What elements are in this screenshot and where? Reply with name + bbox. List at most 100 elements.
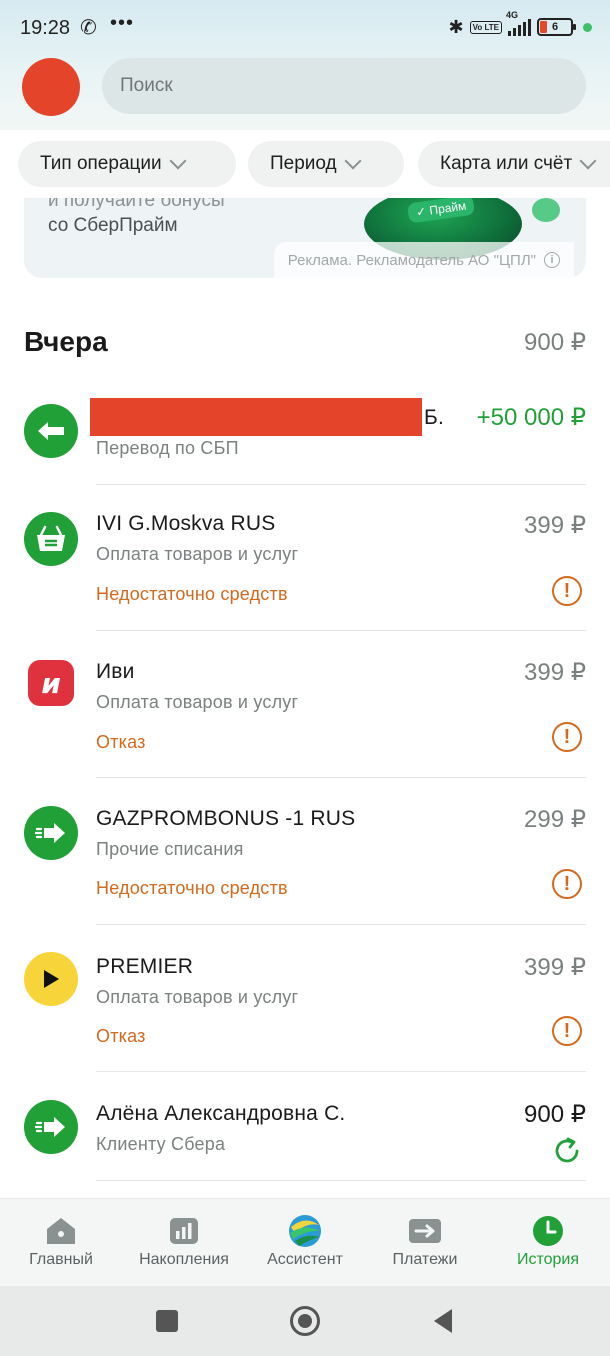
transaction-subtitle: Оплата товаров и услуг: [96, 544, 299, 564]
history-clock-icon: [488, 1213, 608, 1249]
ad-decoration-icon: [532, 198, 560, 222]
status-icons: ✱ Vo LTE 4G 6: [448, 10, 592, 40]
transaction-row[interactable]: GAZPROMBONUS -1 RUS 299 ₽ Прочие списани…: [24, 792, 586, 924]
more-dots: •••: [110, 12, 135, 34]
chevron-down-icon: [579, 152, 597, 170]
warning-icon: !: [552, 722, 582, 752]
outgoing-transfer-icon: [24, 1100, 78, 1154]
divider: [96, 630, 586, 631]
savings-chart-icon: [124, 1213, 244, 1249]
transaction-amount: 399 ₽: [524, 659, 586, 686]
play-icon: [24, 952, 78, 1006]
filter-operation-type[interactable]: Тип операции: [18, 141, 236, 187]
filter-card-or-account[interactable]: Карта или счёт: [418, 141, 610, 187]
home-icon: [1, 1213, 121, 1249]
status-dot-icon: [583, 22, 592, 32]
section-header: Вчера 900 ₽: [24, 322, 586, 362]
transaction-row[interactable]: Алёна Александровна С. 900 ₽ Клиенту Сбе…: [24, 1086, 586, 1186]
nav-item-history[interactable]: История: [488, 1213, 608, 1269]
ad-disclaimer-text: Реклама. Рекламодатель АО "ЦПЛ": [287, 251, 536, 269]
transaction-title: Алёна Александровна С.: [96, 1102, 346, 1125]
signal-icon: 4G: [506, 10, 531, 36]
avatar[interactable]: [22, 58, 80, 116]
transaction-amount: 399 ₽: [524, 954, 586, 981]
network-type: 4G: [506, 10, 519, 20]
assistant-icon: [245, 1213, 365, 1249]
battery-level: 6: [551, 21, 559, 33]
filter-label: Карта или счёт: [440, 153, 573, 174]
transaction-title-suffix: Б.: [424, 406, 445, 429]
repeat-icon[interactable]: [552, 1136, 582, 1166]
battery-icon: 6: [537, 18, 576, 36]
chevron-down-icon: [344, 152, 362, 170]
transaction-subtitle: Прочие списания: [96, 839, 244, 859]
search-placeholder: Поиск: [120, 75, 173, 96]
transaction-subtitle: Клиенту Сбера: [96, 1134, 226, 1154]
chevron-down-icon: [169, 152, 187, 170]
nav-item-savings[interactable]: Накопления: [124, 1213, 244, 1269]
transaction-title: PREMIER: [96, 955, 194, 978]
redacted-name: [90, 398, 422, 436]
divider: [96, 924, 586, 925]
transaction-title: Иви: [96, 660, 135, 683]
nav-label: Ассистент: [267, 1251, 343, 1268]
transaction-status: Отказ: [96, 1026, 146, 1046]
system-nav-bar: [0, 1286, 610, 1356]
nav-label: История: [516, 1251, 580, 1268]
transaction-title: GAZPROMBONUS -1 RUS: [96, 807, 356, 830]
nav-label: Главный: [29, 1251, 93, 1268]
filter-bar: Тип операции Период Карта или счёт: [0, 130, 610, 198]
shopping-basket-icon: [24, 512, 78, 566]
section-total: 900 ₽: [524, 329, 586, 356]
search-input[interactable]: Поиск: [102, 58, 586, 114]
home-button-icon[interactable]: [290, 1306, 320, 1336]
outgoing-transfer-icon: [24, 806, 78, 860]
recent-apps-icon[interactable]: [156, 1310, 178, 1332]
transaction-amount: 900 ₽: [524, 1101, 586, 1128]
ad-disclaimer[interactable]: Реклама. Рекламодатель АО "ЦПЛ" i: [273, 242, 574, 278]
status-time: 19:28: [20, 17, 71, 39]
phone-icon: ✆: [80, 17, 97, 39]
filter-label: Тип операции: [40, 153, 162, 174]
ad-badge-text: Прайм: [428, 198, 468, 218]
transaction-amount: +50 000 ₽: [476, 404, 586, 431]
status-bar: 19:28 ✆ ••• ✱ Vo LTE 4G 6: [0, 0, 610, 56]
transaction-row[interactable]: и Иви 399 ₽ Оплата товаров и услуг Отказ…: [24, 644, 586, 776]
divider: [96, 1180, 586, 1181]
divider: [96, 1071, 586, 1072]
volte-icon: Vo LTE: [469, 20, 502, 34]
transaction-status: Недостаточно средств: [96, 584, 288, 604]
transaction-amount: 299 ₽: [524, 806, 586, 833]
back-icon[interactable]: [432, 1308, 454, 1339]
section-title: Вчера: [24, 326, 108, 357]
top-header: 19:28 ✆ ••• ✱ Vo LTE 4G 6 Поиск: [0, 0, 610, 130]
incoming-transfer-icon: [24, 404, 78, 458]
transaction-subtitle: Перевод по СБП: [96, 438, 239, 458]
divider: [96, 484, 586, 485]
transaction-row[interactable]: IVI G.Moskva RUS 399 ₽ Оплата товаров и …: [24, 498, 586, 630]
nav-item-home[interactable]: Главный: [1, 1213, 121, 1269]
ad-line-2: со СберПрайм: [48, 215, 178, 236]
transaction-row[interactable]: PREMIER 399 ₽ Оплата товаров и услуг Отк…: [24, 938, 586, 1070]
nav-label: Накопления: [139, 1251, 229, 1268]
warning-icon: !: [552, 869, 582, 899]
transaction-status: Недостаточно средств: [96, 878, 288, 898]
bluetooth-icon: ✱: [448, 16, 464, 37]
filter-period[interactable]: Период: [248, 141, 404, 187]
warning-icon: !: [552, 576, 582, 606]
transaction-subtitle: Оплата товаров и услуг: [96, 692, 299, 712]
ivi-logo-icon: и: [28, 660, 74, 706]
nav-label: Платежи: [392, 1251, 458, 1268]
info-icon[interactable]: i: [544, 252, 560, 268]
transaction-subtitle: Оплата товаров и услуг: [96, 987, 299, 1007]
transaction-amount: 399 ₽: [524, 512, 586, 539]
nav-item-assistant[interactable]: Ассистент: [245, 1213, 365, 1269]
filter-label: Период: [270, 153, 337, 174]
transaction-title: IVI G.Moskva RUS: [96, 512, 276, 535]
warning-icon: !: [552, 1016, 582, 1046]
payments-icon: [365, 1213, 485, 1249]
divider: [96, 777, 586, 778]
transaction-status: Отказ: [96, 732, 146, 752]
nav-item-payments[interactable]: Платежи: [365, 1213, 485, 1269]
bottom-nav: Главный Накопления Ассистент Платежи Ист…: [0, 1198, 610, 1286]
